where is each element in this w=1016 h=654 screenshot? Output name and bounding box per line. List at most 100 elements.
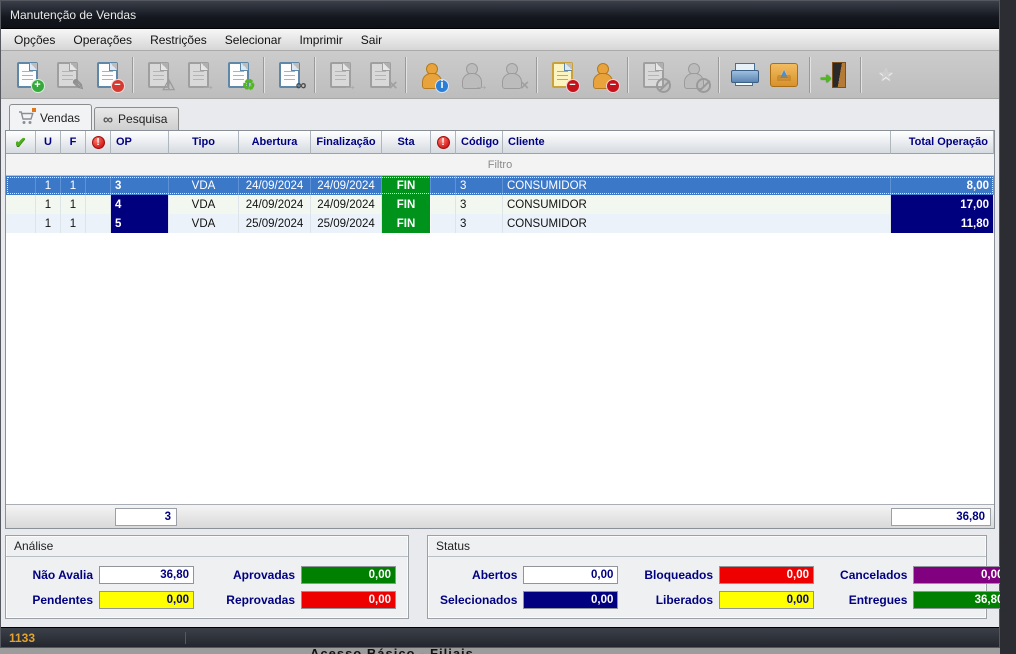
customer-info-button[interactable]: i xyxy=(411,55,451,95)
background-window-bottom: Acesso Básico - Filiais xyxy=(0,648,1000,654)
col-codigo[interactable]: Código xyxy=(456,131,503,154)
export-record-button[interactable]: → xyxy=(320,55,360,95)
block-record-button[interactable]: − xyxy=(542,55,582,95)
refresh-badge-icon: ♻ xyxy=(242,78,255,93)
row-count-box: 3 xyxy=(115,508,177,526)
alert-icon: ! xyxy=(437,136,450,149)
status-field: Abertos0,00 xyxy=(440,566,618,584)
status-field-value: 36,80 xyxy=(913,591,1008,609)
col-finalizacao[interactable]: Finalização xyxy=(311,131,382,154)
col-alert1[interactable]: ! xyxy=(86,131,111,154)
menu-sair[interactable]: Sair xyxy=(352,31,391,49)
analise-field: Pendentes 0,00 xyxy=(18,591,194,609)
toolbar-separator xyxy=(314,57,315,93)
menu-operacoes[interactable]: Operações xyxy=(64,31,141,49)
col-op[interactable]: OP xyxy=(111,131,169,154)
status-badge: FIN xyxy=(382,214,431,233)
grid-summary-row: 3 36,80 xyxy=(6,504,994,528)
col-f[interactable]: F xyxy=(61,131,86,154)
table-row[interactable]: 1 1 5 VDA 25/09/2024 25/09/2024 FIN 3 CO… xyxy=(6,214,994,233)
app-window: Manutenção de Vendas Opções Operações Re… xyxy=(0,0,1000,648)
status-field-label: Cancelados xyxy=(840,568,907,582)
cancel-record-button[interactable]: × xyxy=(360,55,400,95)
analise-field-value: 0,00 xyxy=(301,566,396,584)
pencil-badge-icon: ✎ xyxy=(72,78,85,93)
cross-badge-icon: × xyxy=(520,78,529,93)
toolbar: +✎−⚠→♻∞→×i→×−−➜★ xyxy=(1,51,999,99)
main-content: Vendas ∞ Pesquisa ✔ U F ! OP Tipo Abertu… xyxy=(1,99,999,623)
delete-record-button[interactable]: − xyxy=(87,55,127,95)
exit-door-icon: ➜ xyxy=(822,62,848,88)
check-icon: ✔ xyxy=(15,134,27,151)
col-abertura[interactable]: Abertura xyxy=(239,131,311,154)
toolbar-separator xyxy=(263,57,264,93)
warn-badge-icon: ⚠ xyxy=(162,78,175,93)
analise-field: Não Avalia36,80 xyxy=(18,566,194,584)
menu-restricoes[interactable]: Restrições xyxy=(141,31,216,49)
archive-upload-button[interactable] xyxy=(764,55,804,95)
archive-upload-icon xyxy=(770,63,798,87)
filter-row[interactable]: Filtro xyxy=(6,154,994,176)
table-row[interactable]: 1 1 4 VDA 24/09/2024 24/09/2024 FIN 3 CO… xyxy=(6,195,994,214)
analise-field: Aprovadas 0,00 xyxy=(220,566,396,584)
block-customer-button[interactable]: − xyxy=(582,55,622,95)
tab-vendas[interactable]: Vendas xyxy=(9,104,92,130)
customer-cancel-button[interactable]: × xyxy=(491,55,531,95)
edit-record-button[interactable]: ✎ xyxy=(47,55,87,95)
col-total-operacao[interactable]: Total Operação xyxy=(891,131,994,154)
toolbar-separator xyxy=(536,57,537,93)
customer-forward-button[interactable]: → xyxy=(451,55,491,95)
deny-record-button[interactable] xyxy=(633,55,673,95)
col-sta[interactable]: Sta xyxy=(382,131,431,154)
status-field: Bloqueados0,00 xyxy=(644,566,814,584)
menu-imprimir[interactable]: Imprimir xyxy=(290,31,351,49)
document-icon xyxy=(370,62,391,88)
tab-pesquisa[interactable]: ∞ Pesquisa xyxy=(94,107,179,130)
search-record-button[interactable]: ∞ xyxy=(269,55,309,95)
record-forward-button[interactable]: → xyxy=(178,55,218,95)
col-alert2[interactable]: ! xyxy=(431,131,456,154)
arrow-badge-icon: → xyxy=(474,78,489,93)
record-warning-button[interactable]: ⚠ xyxy=(138,55,178,95)
title-bar[interactable]: Manutenção de Vendas xyxy=(1,1,999,29)
background-window-right xyxy=(1000,0,1016,654)
table-row[interactable]: 1 1 3 VDA 24/09/2024 24/09/2024 FIN 3 CO… xyxy=(6,176,994,195)
favorite-button[interactable]: ★ xyxy=(866,55,906,95)
col-tipo[interactable]: Tipo xyxy=(169,131,239,154)
sales-grid-panel: ✔ U F ! OP Tipo Abertura Finalização Sta… xyxy=(5,130,995,529)
col-u[interactable]: U xyxy=(36,131,61,154)
status-field-label: Entregues xyxy=(840,593,907,607)
minus-badge-icon: − xyxy=(111,79,125,93)
refresh-records-button[interactable]: ♻ xyxy=(218,55,258,95)
deny-customer-button[interactable] xyxy=(673,55,713,95)
analise-field-label: Aprovadas xyxy=(220,568,295,582)
toolbar-separator xyxy=(132,57,133,93)
analise-field-value: 0,00 xyxy=(99,591,194,609)
binoc-badge-icon: ∞ xyxy=(296,78,307,93)
menu-bar: Opções Operações Restrições Selecionar I… xyxy=(1,29,999,51)
status-field-label: Abertos xyxy=(440,568,517,582)
toolbar-separator xyxy=(405,57,406,93)
print-button[interactable] xyxy=(724,55,764,95)
grid-empty-area xyxy=(6,233,994,504)
exit-button[interactable]: ➜ xyxy=(815,55,855,95)
tab-vendas-label: Vendas xyxy=(40,111,80,125)
block-badge-icon: − xyxy=(566,79,580,93)
grid-header-row: ✔ U F ! OP Tipo Abertura Finalização Sta… xyxy=(6,131,994,154)
summary-panels: Análise Não Avalia36,80Aprovadas0,00Pend… xyxy=(5,535,995,619)
new-record-button[interactable]: + xyxy=(7,55,47,95)
printer-icon xyxy=(731,63,757,87)
tab-strip: Vendas ∞ Pesquisa xyxy=(5,104,995,130)
plus-badge-icon: + xyxy=(31,79,45,93)
col-cliente[interactable]: Cliente xyxy=(503,131,891,154)
status-field-value: 0,00 xyxy=(719,566,814,584)
menu-selecionar[interactable]: Selecionar xyxy=(216,31,291,49)
analise-field-value: 36,80 xyxy=(99,566,194,584)
col-check[interactable]: ✔ xyxy=(6,131,36,154)
star-icon: ★ xyxy=(878,64,894,84)
analise-field-label: Pendentes xyxy=(18,593,93,607)
statusbar-divider xyxy=(185,632,186,644)
cross-badge-icon: × xyxy=(389,78,398,93)
status-field: Cancelados0,00 xyxy=(840,566,1008,584)
menu-opcoes[interactable]: Opções xyxy=(5,31,64,49)
